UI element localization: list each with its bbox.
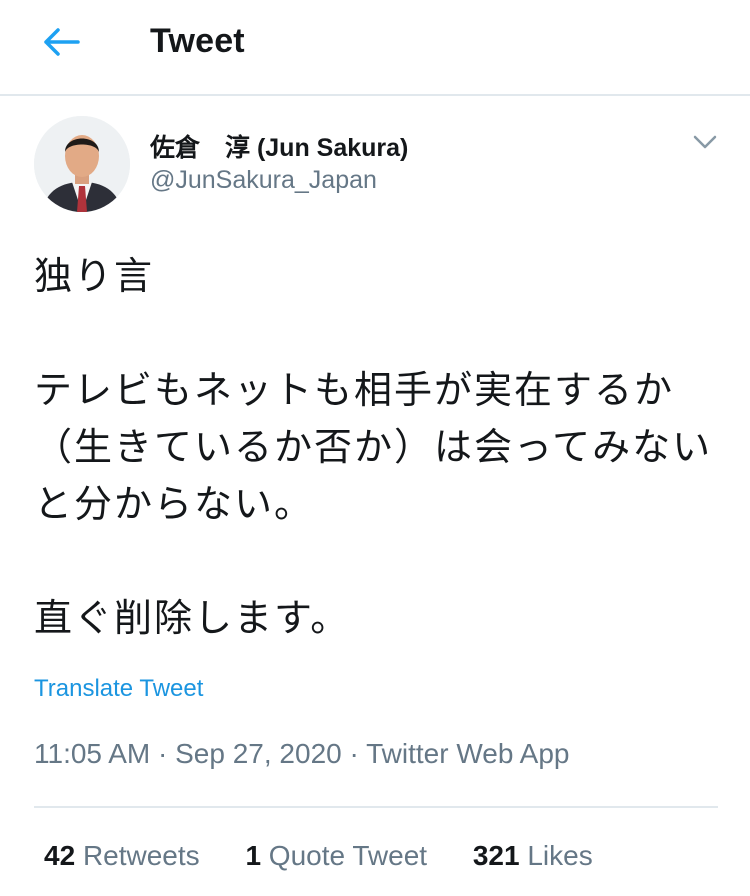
retweets-stat[interactable]: 42 Retweets bbox=[44, 840, 200, 872]
page-title: Tweet bbox=[150, 22, 245, 60]
tweet-menu-button[interactable] bbox=[690, 130, 720, 154]
author-name[interactable]: 佐倉 淳 (Jun Sakura) bbox=[150, 128, 408, 164]
likes-label: Likes bbox=[527, 840, 593, 871]
divider bbox=[34, 806, 718, 808]
tweet-time[interactable]: 11:05 AM bbox=[34, 738, 150, 769]
arrow-left-icon bbox=[44, 28, 80, 56]
tweet-source[interactable]: Twitter Web App bbox=[366, 738, 569, 769]
author-handle[interactable]: @JunSakura_Japan bbox=[150, 166, 377, 195]
chevron-down-icon bbox=[693, 135, 717, 149]
likes-stat[interactable]: 321 Likes bbox=[473, 840, 593, 872]
quote-tweets-stat[interactable]: 1 Quote Tweet bbox=[245, 840, 427, 872]
tweet-text: 独り言 テレビもネットも相手が実在するか（生きているか否か）は会ってみないと分か… bbox=[34, 254, 713, 640]
translate-tweet-link[interactable]: Translate Tweet bbox=[34, 675, 203, 703]
avatar[interactable] bbox=[34, 116, 130, 212]
tweet-timestamp: 11:05 AM · Sep 27, 2020 · Twitter Web Ap… bbox=[34, 738, 569, 770]
retweets-count: 42 bbox=[44, 840, 76, 871]
tweet-date[interactable]: Sep 27, 2020 bbox=[175, 738, 342, 769]
quote-tweets-count: 1 bbox=[245, 840, 262, 871]
likes-count: 321 bbox=[472, 840, 520, 871]
separator: · bbox=[150, 738, 176, 769]
top-bar: Tweet bbox=[0, 0, 750, 96]
back-button[interactable] bbox=[38, 22, 84, 62]
separator: · bbox=[341, 738, 367, 769]
retweets-label: Retweets bbox=[82, 840, 200, 871]
tweet-stats: 42 Retweets 1 Quote Tweet 321 Likes bbox=[44, 840, 631, 872]
quote-tweets-label: Quote Tweet bbox=[268, 840, 428, 871]
